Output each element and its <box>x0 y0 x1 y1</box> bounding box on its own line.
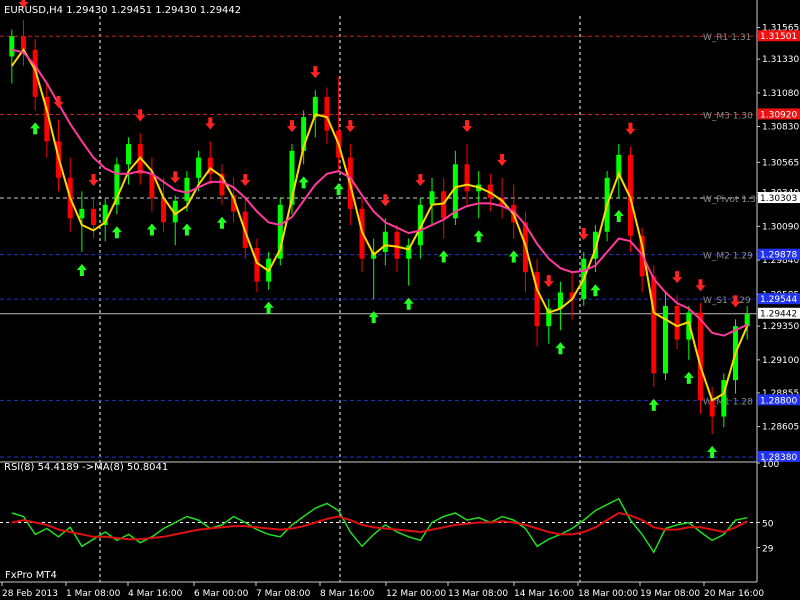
time-tick-label: 4 Mar 16:00 <box>128 589 183 599</box>
time-tick-label: 19 Mar 08:00 <box>640 589 700 599</box>
candle-bull <box>662 305 668 374</box>
price-tick-label: 1.31330 <box>762 55 799 65</box>
candle-bear <box>674 305 680 340</box>
candle-bear <box>394 231 400 259</box>
price-tick-label: 1.31080 <box>762 89 799 99</box>
price-tag-label: 1.30920 <box>760 110 797 120</box>
time-tick-label: 1 Mar 08:00 <box>66 589 121 599</box>
candle-bull <box>184 177 190 201</box>
candle-bull <box>196 157 202 178</box>
time-tick-label: 13 Mar 08:00 <box>448 589 508 599</box>
time-tick-label: 7 Mar 08:00 <box>256 589 311 599</box>
rsi-tick-label: 50 <box>762 520 774 530</box>
price-tick-label: 1.30090 <box>762 222 799 232</box>
candle-bear <box>441 191 447 219</box>
candle-bear <box>324 96 330 131</box>
time-tick-label: 8 Mar 16:00 <box>320 589 375 599</box>
time-tick-label: 6 Mar 00:00 <box>194 589 249 599</box>
level-label-w_m3: W_M3 1.30 <box>703 111 753 121</box>
price-tick-label: 1.30565 <box>762 158 799 168</box>
candle-bull <box>429 191 435 205</box>
price-tick-label: 1.29100 <box>762 356 799 366</box>
level-label-w_r1: W_R1 1.31 <box>703 33 751 43</box>
symbol-info: EURUSD,H4 1.29430 1.29451 1.29430 1.2944… <box>4 5 241 16</box>
candle-bull <box>382 231 388 252</box>
price-tick-label: 1.28605 <box>762 423 799 433</box>
level-label-w_pivot: W_Pivot 1.3 <box>703 195 756 205</box>
level-label-w_m2: W_M2 1.29 <box>703 252 753 262</box>
candle-bear <box>464 164 470 192</box>
trading-chart[interactable]: W_R1 1.31 W_M3 1.30 W_Pivot 1.3 W_M2 1.29 W_… <box>0 0 800 600</box>
rsi-tick-label: 29 <box>762 544 774 554</box>
broker-label: FxPro MT4 <box>5 570 57 581</box>
candle-bear <box>651 276 657 374</box>
price-tick-label: 1.29350 <box>762 322 799 332</box>
time-tick-label: 14 Mar 16:00 <box>514 589 574 599</box>
price-tag-label: 1.28800 <box>760 396 797 406</box>
time-tick-label: 12 Mar 00:00 <box>386 589 446 599</box>
current-price-tag: 1.29442 <box>760 310 797 320</box>
candle-bull <box>79 208 85 219</box>
candle-bull <box>126 144 132 165</box>
candle-bull <box>744 314 750 327</box>
candle-bear <box>91 208 97 226</box>
price-tag-label: 1.31501 <box>760 32 797 42</box>
price-tag-label: 1.29878 <box>760 251 797 261</box>
time-tick-label: 18 Mar 00:00 <box>578 589 638 599</box>
price-tick-label: 1.30830 <box>762 123 799 133</box>
rsi-tick-label: 100 <box>762 460 779 470</box>
time-tick-label: 20 Mar 16:00 <box>704 589 764 599</box>
time-tick-label: 28 Feb 2013 <box>2 589 58 599</box>
level-label-w_s1: W_S1 1.29 <box>703 296 751 306</box>
chart-background <box>0 0 800 600</box>
price-tag-label: 1.29544 <box>760 295 797 305</box>
candle-bear <box>21 36 27 50</box>
price-tag-label: 1.30303 <box>760 194 797 204</box>
rsi-indicator-label: RSI(8) 54.4189 ->MA(8) 50.8041 <box>4 462 168 473</box>
candle-bull <box>9 36 15 57</box>
candle-bear <box>709 400 715 417</box>
